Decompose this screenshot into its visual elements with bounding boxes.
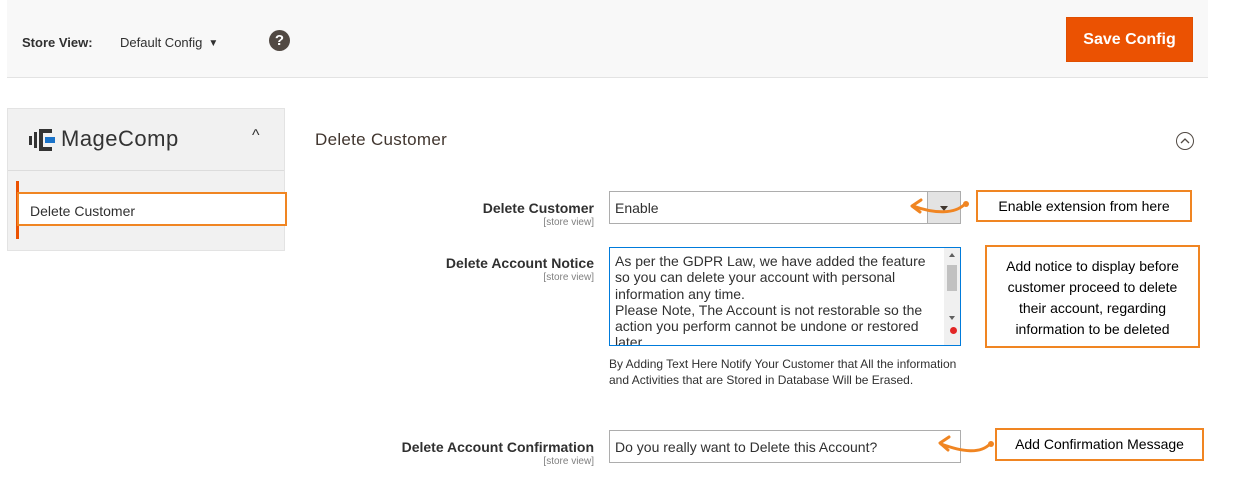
store-view-switcher[interactable]: Default Config ▼ bbox=[120, 35, 218, 50]
account-notice-note: By Adding Text Here Notify Your Customer… bbox=[609, 357, 957, 387]
account-notice-value: As per the GDPR Law, we have added the f… bbox=[615, 253, 926, 346]
scroll-thumb[interactable] bbox=[947, 265, 957, 291]
delete-customer-label: Delete Customer bbox=[482, 200, 594, 216]
resize-grip-icon[interactable] bbox=[950, 327, 957, 334]
arrow-icon bbox=[938, 435, 994, 453]
account-notice-label: Delete Account Notice bbox=[445, 255, 594, 271]
caret-down-icon: ▼ bbox=[208, 38, 219, 49]
brand-name: MageComp bbox=[61, 126, 179, 151]
store-view-label: Store View: bbox=[22, 35, 93, 50]
account-confirmation-scope: [store view] bbox=[543, 456, 594, 467]
magecomp-logo-icon bbox=[29, 129, 55, 151]
delete-customer-value: Enable bbox=[615, 200, 659, 216]
account-notice-scope: [store view] bbox=[543, 272, 594, 283]
delete-customer-scope: [store view] bbox=[543, 217, 594, 228]
scroll-down-icon[interactable] bbox=[949, 316, 955, 320]
page-actions-bar: Store View: Default Config ▼ ? Save Confi… bbox=[7, 0, 1208, 78]
callout-notice: Add notice to display before customer pr… bbox=[985, 245, 1200, 348]
help-icon[interactable]: ? bbox=[269, 30, 290, 51]
scroll-up-icon[interactable] bbox=[949, 253, 955, 257]
callout-confirmation: Add Confirmation Message bbox=[995, 428, 1204, 461]
account-notice-textarea[interactable]: As per the GDPR Law, we have added the f… bbox=[609, 247, 961, 346]
account-confirmation-label: Delete Account Confirmation bbox=[401, 439, 594, 455]
account-confirmation-input[interactable]: Do you really want to Delete this Accoun… bbox=[609, 430, 961, 463]
store-view-value: Default Config bbox=[120, 35, 203, 50]
sidebar-brand-header[interactable]: MageComp ^ bbox=[8, 109, 284, 171]
save-config-button[interactable]: Save Config bbox=[1066, 17, 1193, 62]
config-sidebar: MageComp ^ Delete Customer bbox=[7, 108, 287, 251]
collapse-section-icon[interactable] bbox=[1176, 132, 1194, 150]
sidebar-item-delete-customer[interactable]: Delete Customer bbox=[17, 192, 287, 226]
section-title: Delete Customer bbox=[315, 130, 448, 149]
callout-enable: Enable extension from here bbox=[976, 190, 1192, 222]
chevron-up-icon[interactable]: ^ bbox=[252, 127, 260, 145]
arrow-icon bbox=[910, 198, 969, 214]
